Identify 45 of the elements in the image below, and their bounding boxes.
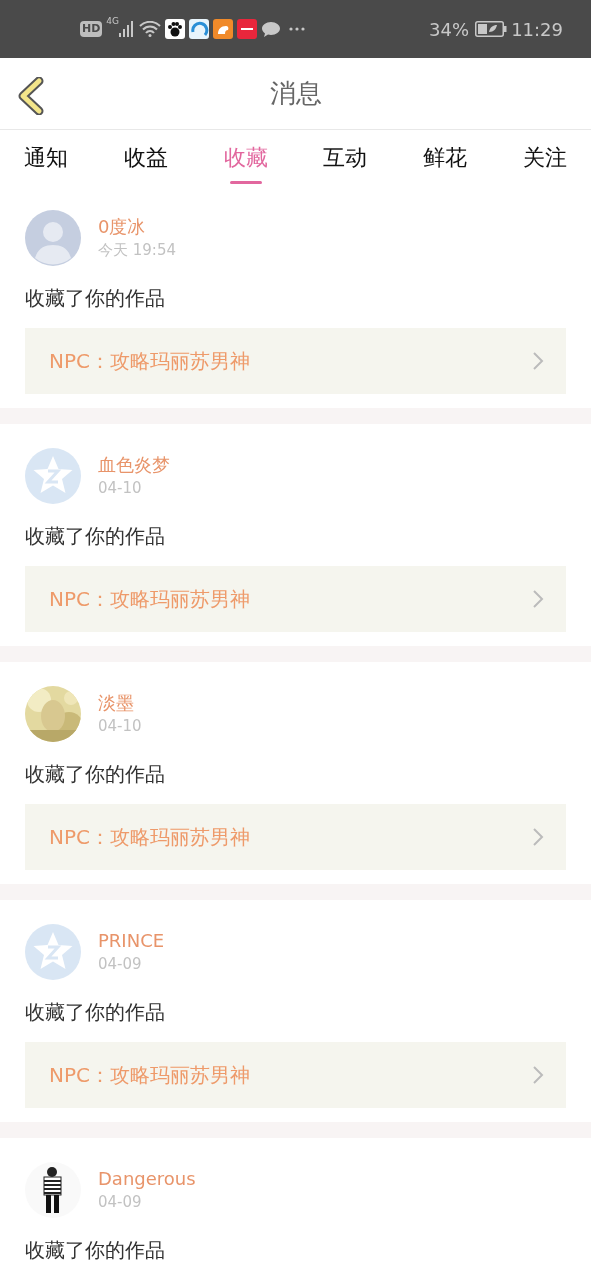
timestamp: 04-09 xyxy=(98,954,143,975)
user-name[interactable]: Dangerous xyxy=(98,1167,196,1191)
battery-percent: 34% xyxy=(429,17,470,42)
work-link[interactable]: NPC：攻略玛丽苏男神 xyxy=(25,328,566,394)
timestamp: 今天 19:54 xyxy=(98,240,176,261)
battery-icon xyxy=(475,21,508,37)
work-link[interactable]: NPC：攻略玛丽苏男神 xyxy=(25,1042,566,1108)
network-type: 4G xyxy=(106,16,120,26)
tab[interactable]: 收藏 xyxy=(213,132,278,182)
paw-icon xyxy=(165,19,186,39)
tab-underline xyxy=(229,180,262,184)
tab[interactable]: 收益 xyxy=(113,132,178,182)
action-text: 收藏了你的作品 xyxy=(25,1237,166,1263)
more-icon xyxy=(289,27,306,31)
chevron-right-icon xyxy=(532,351,544,371)
timestamp: 04-10 xyxy=(98,478,143,499)
timestamp: 04-09 xyxy=(98,1192,143,1213)
chevron-right-icon xyxy=(532,589,544,609)
chevron-right-icon xyxy=(532,1065,544,1085)
page-title: 消息 xyxy=(269,77,322,110)
action-text: 收藏了你的作品 xyxy=(25,523,166,549)
tab[interactable]: 互动 xyxy=(313,132,378,182)
user-name[interactable]: 淡墨 xyxy=(98,691,142,715)
clock: 11:29 xyxy=(511,17,563,42)
tab[interactable]: 通知 xyxy=(14,132,78,182)
action-text: 收藏了你的作品 xyxy=(25,761,166,787)
star-avatar xyxy=(25,448,81,504)
work-link[interactable]: NPC：攻略玛丽苏男神 xyxy=(25,804,566,870)
tab[interactable]: 鲜花 xyxy=(413,132,478,182)
hd-indicator: HD xyxy=(80,21,103,37)
tab[interactable]: 关注 xyxy=(513,132,577,182)
signal-icon xyxy=(119,21,134,37)
action-text: 收藏了你的作品 xyxy=(25,285,166,311)
action-text: 收藏了你的作品 xyxy=(25,999,166,1025)
avatar-placeholder xyxy=(25,210,81,266)
wifi-icon xyxy=(139,21,162,37)
user-name[interactable]: PRINCE xyxy=(98,929,165,953)
user-name[interactable]: 0度冰 xyxy=(98,215,176,239)
user-name[interactable]: 血色炎梦 xyxy=(98,453,170,477)
chevron-right-icon xyxy=(532,827,544,847)
app-icon xyxy=(237,19,258,39)
work-link[interactable]: NPC：攻略玛丽苏男神 xyxy=(25,566,566,632)
chat-icon xyxy=(261,19,282,39)
timestamp: 04-10 xyxy=(98,716,142,737)
star-avatar xyxy=(25,924,81,980)
